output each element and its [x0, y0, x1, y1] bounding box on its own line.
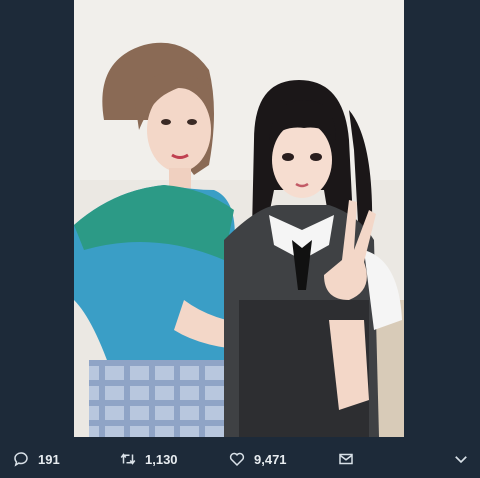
like-button[interactable]: 9,471	[228, 449, 287, 469]
tweet-action-bar: 191 1,130 9,471	[0, 441, 480, 478]
chevron-down-icon	[455, 456, 467, 464]
more-options-button[interactable]	[452, 449, 470, 469]
retweet-count: 1,130	[145, 451, 178, 467]
retweet-button[interactable]: 1,130	[119, 449, 178, 469]
like-count: 9,471	[254, 451, 287, 467]
direct-message-button[interactable]	[337, 449, 355, 469]
tweet-photo[interactable]	[74, 0, 404, 437]
reply-count: 191	[38, 451, 60, 467]
mail-icon	[339, 453, 353, 465]
heart-icon	[229, 452, 245, 467]
retweet-icon	[120, 453, 136, 465]
photo-illustration	[74, 0, 404, 437]
reply-icon	[14, 452, 28, 467]
reply-button[interactable]: 191	[12, 449, 60, 469]
